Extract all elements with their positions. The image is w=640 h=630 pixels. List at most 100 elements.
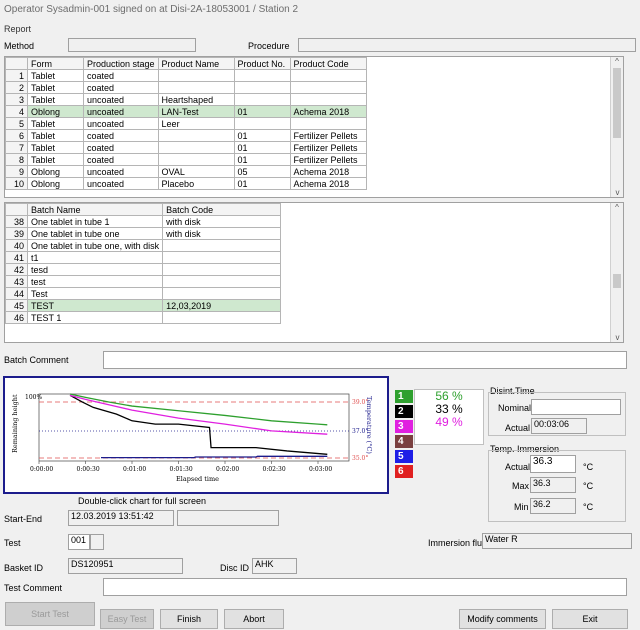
row-number[interactable]: 3 xyxy=(5,93,28,106)
test-spin[interactable] xyxy=(90,534,104,550)
batch-scrollbar[interactable]: ^ v xyxy=(610,203,623,342)
cell-stage[interactable]: coated xyxy=(83,141,159,154)
table-row[interactable]: 5 Tablet uncoated Leer xyxy=(5,117,367,130)
cell-product-no[interactable] xyxy=(233,69,291,82)
cell-stage[interactable]: uncoated xyxy=(83,105,159,118)
batch-comment-field[interactable] xyxy=(103,351,627,369)
cell-batch-code[interactable]: with disk xyxy=(162,215,282,228)
batch-grid[interactable]: Batch Name Batch Code 38 One tablet in tu… xyxy=(4,202,624,343)
table-row[interactable]: 9 Oblong uncoated OVAL 05 Achema 2018 xyxy=(5,165,367,178)
scroll-up-icon[interactable]: ^ xyxy=(611,57,623,66)
cell-batch-name[interactable]: One tablet in tube one, with disk xyxy=(26,239,164,252)
row-number[interactable]: 4 xyxy=(5,105,28,118)
cell-product-name[interactable] xyxy=(157,69,235,82)
row-number[interactable]: 1 xyxy=(5,69,28,82)
cell-batch-code[interactable] xyxy=(162,287,282,300)
cell-product-name[interactable] xyxy=(157,153,235,166)
col-batch-name-header[interactable]: Batch Name xyxy=(26,203,164,216)
cell-product-name[interactable]: Leer xyxy=(157,117,235,130)
cell-stage[interactable]: coated xyxy=(83,153,159,166)
cell-batch-name[interactable]: tesd xyxy=(26,263,164,276)
cell-product-name[interactable]: Heartshaped xyxy=(157,93,235,106)
easy-test-button[interactable]: Easy Test xyxy=(100,609,154,629)
table-row[interactable]: 3 Tablet uncoated Heartshaped xyxy=(5,93,367,106)
row-number[interactable]: 45 xyxy=(5,299,28,312)
cell-product-no[interactable]: 01 xyxy=(233,141,291,154)
cell-product-no[interactable] xyxy=(233,117,291,130)
col-stage-header[interactable]: Production stage xyxy=(83,57,159,70)
cell-product-code[interactable]: Achema 2018 xyxy=(289,165,367,178)
scroll-down-icon[interactable]: v xyxy=(611,188,624,197)
cell-product-code[interactable]: Achema 2018 xyxy=(289,105,367,118)
cell-form[interactable]: Tablet xyxy=(27,141,84,154)
cell-product-code[interactable] xyxy=(289,69,367,82)
cell-stage[interactable]: uncoated xyxy=(83,117,159,130)
row-number[interactable]: 46 xyxy=(5,311,28,324)
cell-product-code[interactable]: Fertilizer Pellets xyxy=(289,129,367,142)
cell-product-name[interactable]: LAN-Test xyxy=(157,105,235,118)
row-number[interactable]: 5 xyxy=(5,117,28,130)
table-row[interactable]: 4 Oblong uncoated LAN-Test 01 Achema 2018 xyxy=(5,105,367,118)
col-name-header[interactable]: Product Name xyxy=(157,57,235,70)
cell-product-name[interactable]: OVAL xyxy=(157,165,235,178)
table-row[interactable]: 40 One tablet in tube one, with disk xyxy=(5,239,282,252)
table-row[interactable]: 39 One tablet in tube one with disk xyxy=(5,227,282,240)
row-number[interactable]: 40 xyxy=(5,239,28,252)
test-comment-field[interactable] xyxy=(103,578,627,596)
table-row[interactable]: 44 Test xyxy=(5,287,282,300)
cell-form[interactable]: Tablet xyxy=(27,153,84,166)
row-number[interactable]: 10 xyxy=(5,177,28,190)
cell-form[interactable]: Tablet xyxy=(27,81,84,94)
cell-product-code[interactable]: Achema 2018 xyxy=(289,177,367,190)
cell-batch-name[interactable]: Test xyxy=(26,287,164,300)
col-batch-code-header[interactable]: Batch Code xyxy=(162,203,282,216)
test-field[interactable]: 001 xyxy=(68,534,90,550)
table-row[interactable]: 1 Tablet coated xyxy=(5,69,367,82)
table-row[interactable]: 10 Oblong uncoated Placebo 01 Achema 2018 xyxy=(5,177,367,190)
cell-product-no[interactable]: 01 xyxy=(233,105,291,118)
cell-stage[interactable]: uncoated xyxy=(83,93,159,106)
cell-batch-code[interactable] xyxy=(162,263,282,276)
cell-form[interactable]: Oblong xyxy=(27,165,84,178)
product-grid[interactable]: Form Production stage Product Name Produ… xyxy=(4,56,624,198)
cell-batch-code[interactable] xyxy=(162,251,282,264)
cell-batch-code[interactable]: 12,03,2019 xyxy=(162,299,282,312)
table-row[interactable]: 46 TEST 1 xyxy=(5,311,282,324)
cell-form[interactable]: Oblong xyxy=(27,177,84,190)
cell-product-no[interactable]: 01 xyxy=(233,153,291,166)
cell-product-code[interactable]: Fertilizer Pellets xyxy=(289,141,367,154)
nominal-field[interactable] xyxy=(531,399,621,415)
cell-product-no[interactable] xyxy=(233,81,291,94)
cell-stage[interactable]: coated xyxy=(83,81,159,94)
cell-product-code[interactable] xyxy=(289,81,367,94)
disintegration-chart[interactable]: 0:00:00 0:00:30 0:01:00 0:01:30 0:02:00 0:02:… xyxy=(3,376,389,494)
col-code-header[interactable]: Product Code xyxy=(289,57,367,70)
cell-product-name[interactable] xyxy=(157,129,235,142)
menu-report[interactable]: Report xyxy=(4,24,31,34)
row-number[interactable]: 7 xyxy=(5,141,28,154)
row-number[interactable]: 39 xyxy=(5,227,28,240)
cell-product-name[interactable]: Placebo xyxy=(157,177,235,190)
finish-button[interactable]: Finish xyxy=(160,609,218,629)
product-scrollbar[interactable]: ^ v xyxy=(610,57,623,197)
modify-comments-button[interactable]: Modify comments xyxy=(459,609,546,629)
row-number[interactable]: 9 xyxy=(5,165,28,178)
scroll-up-icon[interactable]: ^ xyxy=(611,203,623,212)
cell-product-code[interactable] xyxy=(289,117,367,130)
cell-form[interactable]: Tablet xyxy=(27,69,84,82)
cell-batch-name[interactable]: t1 xyxy=(26,251,164,264)
cell-stage[interactable]: coated xyxy=(83,129,159,142)
row-number[interactable]: 8 xyxy=(5,153,28,166)
cell-form[interactable]: Tablet xyxy=(27,117,84,130)
cell-form[interactable]: Tablet xyxy=(27,129,84,142)
row-number[interactable]: 2 xyxy=(5,81,28,94)
cell-form[interactable]: Oblong xyxy=(27,105,84,118)
cell-product-name[interactable] xyxy=(157,141,235,154)
row-number[interactable]: 44 xyxy=(5,287,28,300)
row-number[interactable]: 41 xyxy=(5,251,28,264)
cell-form[interactable]: Tablet xyxy=(27,93,84,106)
method-field[interactable] xyxy=(68,38,196,52)
table-row[interactable]: 6 Tablet coated 01 Fertilizer Pellets xyxy=(5,129,367,142)
table-row[interactable]: 41 t1 xyxy=(5,251,282,264)
cell-batch-name[interactable]: TEST xyxy=(26,299,164,312)
